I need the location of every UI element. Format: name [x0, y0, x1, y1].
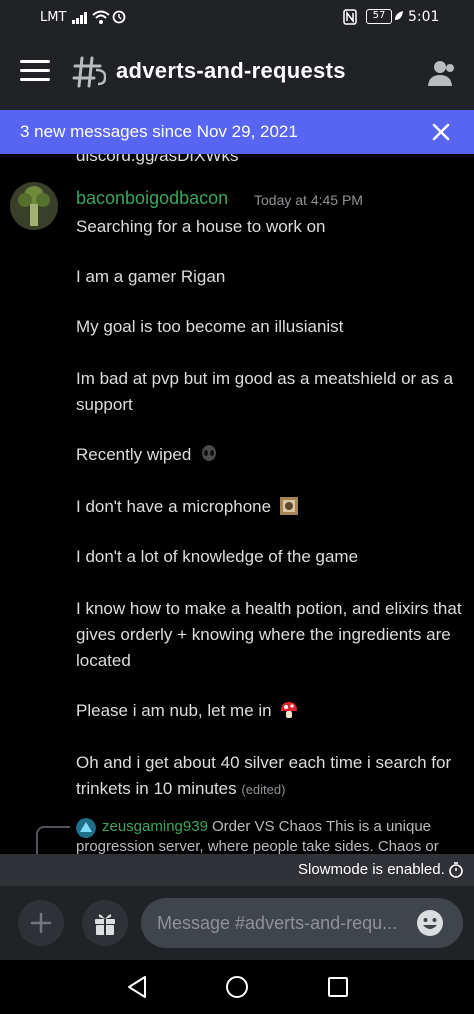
status-bar: LMT 57 5:01 — [0, 0, 474, 36]
close-icon[interactable] — [430, 121, 452, 143]
message-line-text: Please i am nub, let me in — [76, 701, 272, 720]
message-composer — [0, 886, 474, 960]
channel-header: adverts-and-requests — [0, 36, 474, 110]
message-input[interactable] — [157, 898, 397, 948]
back-icon[interactable] — [125, 974, 149, 1000]
wifi-icon — [92, 10, 110, 24]
reply-connector — [36, 826, 70, 854]
new-messages-text: 3 new messages since Nov 29, 2021 — [20, 122, 298, 141]
message-input-container[interactable] — [141, 898, 463, 948]
message-line: Searching for a house to work on — [76, 217, 326, 236]
members-icon[interactable] — [426, 58, 458, 88]
reply-text[interactable]: Order VS Chaos This is a unique — [212, 818, 431, 835]
message-line: I don't have a microphone — [76, 494, 466, 520]
slowmode-notice: Slowmode is enabled. — [0, 854, 474, 886]
alarm-icon — [112, 10, 126, 24]
nfc-icon — [343, 9, 357, 25]
thread-hash-icon — [72, 56, 106, 88]
reply-author[interactable]: zeusgaming939 — [102, 818, 208, 835]
recents-icon[interactable] — [327, 976, 349, 998]
message-list[interactable]: discord.gg/asDfXWks baconboigodbacon Tod… — [0, 154, 474, 854]
hamburger-menu-icon[interactable] — [20, 60, 50, 86]
gift-button[interactable] — [82, 900, 128, 946]
message-line: Please i am nub, let me in — [76, 698, 466, 724]
message-line: My goal is too become an illusianist — [76, 317, 344, 336]
timer-icon — [449, 862, 463, 878]
battery-icon: 57 — [366, 9, 392, 24]
reply-avatar[interactable] — [76, 818, 96, 838]
new-messages-banner[interactable]: 3 new messages since Nov 29, 2021 — [0, 110, 474, 154]
message-line: Im bad at pvp but im good as a meatshiel… — [76, 369, 454, 414]
add-attachment-button[interactable] — [18, 900, 64, 946]
message-line: I know how to make a health potion, and … — [76, 599, 462, 670]
previous-message-text: discord.gg/asDfXWks — [76, 154, 239, 165]
reply-text-continued[interactable]: progression server, where people take si… — [76, 838, 439, 854]
message-line: I am a gamer Rigan — [76, 267, 226, 286]
plus-icon — [30, 912, 52, 934]
home-icon[interactable] — [225, 975, 249, 999]
carrier-label: LMT — [40, 10, 67, 25]
message-line-text: I don't have a microphone — [76, 497, 272, 516]
slowmode-text: Slowmode is enabled. — [298, 861, 445, 878]
message-line: Recently wiped — [76, 442, 466, 468]
alien-emoji-icon — [202, 445, 217, 461]
gift-icon — [95, 914, 115, 935]
message-line: I don't a lot of knowledge of the game — [76, 547, 359, 566]
emoji-icon[interactable] — [415, 908, 445, 938]
channel-title: adverts-and-requests — [116, 58, 346, 83]
message-author[interactable]: baconboigodbacon — [76, 188, 228, 209]
system-nav-bar — [0, 960, 474, 1014]
message-line-text: Recently wiped — [76, 445, 192, 464]
avatar[interactable] — [10, 182, 58, 230]
signal-icon — [72, 12, 87, 24]
edited-label: (edited) — [241, 782, 286, 797]
message-line: Oh and i get about 40 silver each time i… — [76, 750, 466, 803]
message-timestamp: Today at 4:45 PM — [254, 192, 363, 208]
eco-leaf-icon — [395, 11, 403, 20]
mushroom-emoji-icon — [281, 702, 298, 718]
custom-emoji-icon — [279, 497, 298, 515]
clock: 5:01 — [408, 9, 440, 25]
